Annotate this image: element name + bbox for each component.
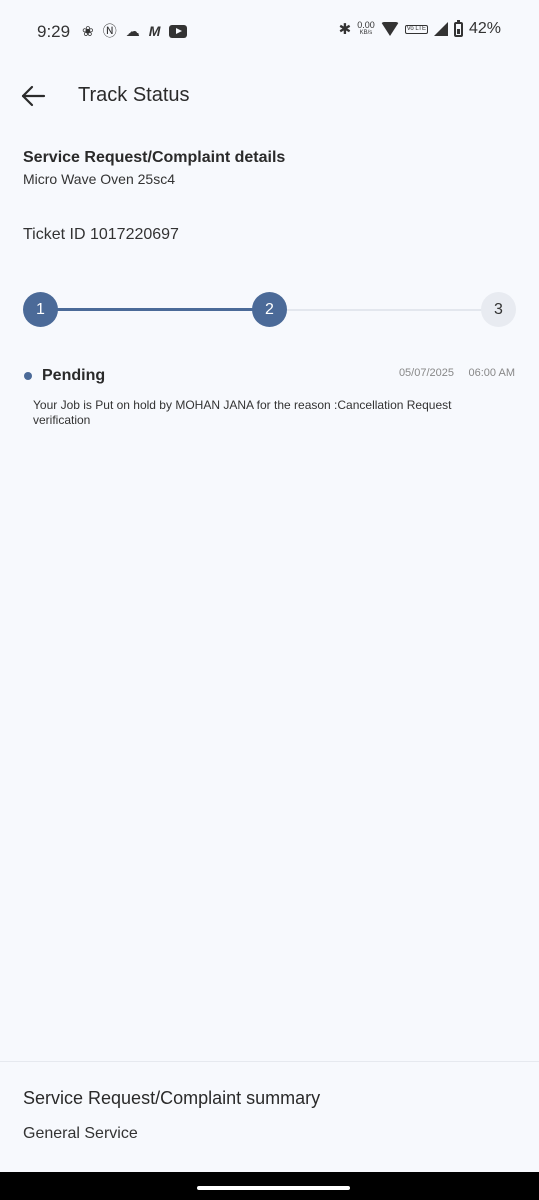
- system-icons: ✱ 0.00 KB/s Vo LTE 42%: [338, 19, 501, 38]
- summary-heading: Service Request/Complaint summary: [23, 1088, 321, 1108]
- network-speed: 0.00 KB/s: [357, 20, 375, 37]
- step-2: 2: [252, 292, 287, 327]
- event-date: 05/07/2025: [398, 367, 454, 379]
- wifi-icon: [380, 22, 399, 36]
- event-message: Your Job is Put on hold by MOHAN JANA fo…: [33, 398, 452, 427]
- m-icon: M: [148, 23, 161, 39]
- youtube-icon: [169, 24, 188, 38]
- event-status: Pending: [42, 367, 106, 384]
- battery-percent: 42%: [468, 20, 501, 37]
- step-1: 1: [23, 292, 58, 327]
- page-title: Track Status: [78, 84, 190, 106]
- home-handle[interactable]: [197, 1186, 350, 1190]
- notification-icons: ❀ Ⓝ ☁ M: [82, 22, 188, 40]
- ticket-id: Ticket ID 1017220697: [23, 226, 179, 243]
- product-name: Micro Wave Oven 25sc4: [23, 171, 175, 187]
- summary-divider: [0, 1061, 539, 1062]
- summary-value: General Service: [23, 1125, 138, 1142]
- signal-icon: [433, 22, 448, 36]
- cloud-icon: ☁: [125, 23, 140, 39]
- event-time: 06:00 AM: [468, 367, 515, 379]
- status-time: 9:29: [37, 22, 71, 41]
- details-heading: Service Request/Complaint details: [23, 149, 286, 166]
- status-bar: 9:29 ❀ Ⓝ ☁ M ✱ 0.00 KB/s Vo LTE 42%: [0, 0, 539, 62]
- status-dot-icon: [24, 372, 32, 380]
- volte-badge: Vo LTE: [404, 24, 428, 34]
- stepper-progress: [40, 308, 269, 311]
- bluetooth-icon: ✱: [338, 21, 352, 38]
- app-icon: Ⓝ: [102, 23, 117, 39]
- fan-icon: ❀: [82, 23, 94, 39]
- battery-icon: [453, 19, 463, 37]
- back-arrow-icon[interactable]: [20, 82, 48, 110]
- step-3: 3: [481, 292, 516, 327]
